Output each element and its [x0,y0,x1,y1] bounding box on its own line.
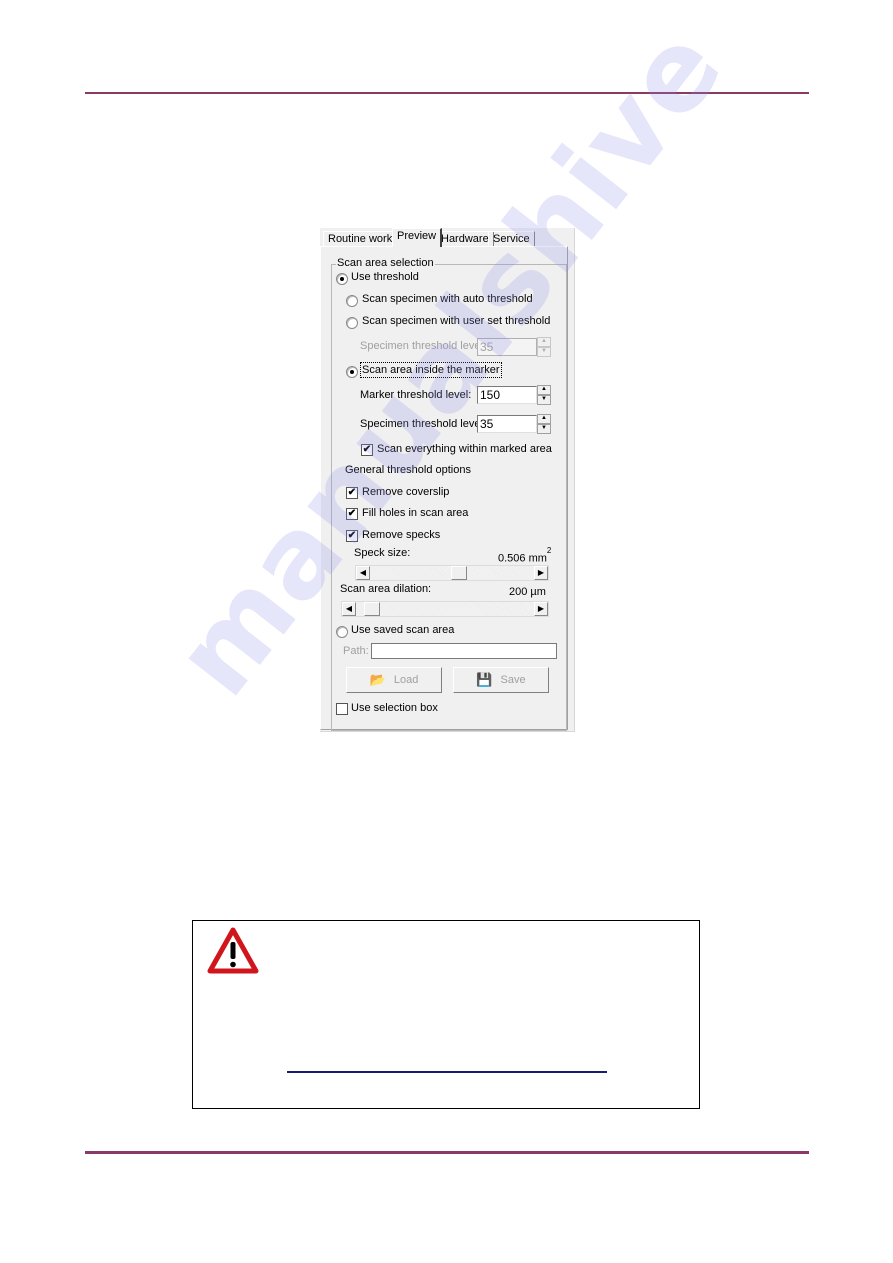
scroll-right-icon[interactable]: ▶ [534,602,548,616]
remove-specks-checkbox[interactable]: ✔ [346,530,358,542]
spin-down-icon[interactable]: ▼ [537,395,551,405]
marker-threshold-spinner[interactable]: ▲ ▼ [537,385,551,405]
inside-marker-radio[interactable] [346,366,358,378]
remove-coverslip-label[interactable]: Remove coverslip [362,486,449,498]
spin-up-icon[interactable]: ▲ [537,385,551,395]
remove-coverslip-checkbox[interactable]: ✔ [346,487,358,499]
use-selection-box-checkbox[interactable] [336,703,348,715]
dilation-label: Scan area dilation: [340,583,432,595]
settings-panel: Routine work Preview Hardware Service Sc… [320,228,575,732]
spin-down-icon[interactable]: ▼ [537,424,551,434]
scan-everything-label[interactable]: Scan everything within marked area [377,443,552,455]
user-specimen-threshold-label: Specimen threshold level: [360,340,486,352]
user-threshold-radio[interactable] [346,317,358,329]
header-rule [85,92,809,94]
remove-specks-label[interactable]: Remove specks [362,529,440,541]
speck-size-unit-exponent: 2 [546,546,552,555]
use-selection-box-label[interactable]: Use selection box [351,702,438,714]
marker-threshold-input[interactable]: 150 [477,386,537,404]
folder-open-icon: 📂 [369,672,386,687]
tab-hardware[interactable]: Hardware [436,231,494,247]
scan-everything-checkbox[interactable]: ✔ [361,444,373,456]
marker-specimen-threshold-label: Specimen threshold level: [360,418,486,430]
auto-threshold-radio[interactable] [346,295,358,307]
fill-holes-checkbox[interactable]: ✔ [346,508,358,520]
dilation-slider[interactable]: ◀ ▶ [341,601,549,617]
user-threshold-label[interactable]: Scan specimen with user set threshold [362,315,550,327]
save-button-label: Save [500,674,526,686]
spin-up-icon[interactable]: ▲ [537,414,551,424]
general-options-label: General threshold options [345,464,471,476]
use-saved-label[interactable]: Use saved scan area [351,624,454,636]
speck-size-slider[interactable]: ◀ ▶ [355,565,549,581]
speck-size-slider-thumb[interactable] [451,566,468,580]
use-threshold-radio[interactable] [336,273,348,285]
auto-threshold-label[interactable]: Scan specimen with auto threshold [362,293,533,305]
inside-marker-label[interactable]: Scan area inside the marker [360,362,502,378]
user-specimen-threshold-input[interactable]: 35 [477,338,537,356]
speck-size-value: 0.506 mm2 [498,546,551,565]
marker-specimen-threshold-spinner[interactable]: ▲ ▼ [537,414,551,434]
speck-size-number: 0.506 mm [498,552,547,565]
warning-triangle-icon [207,927,259,974]
scroll-left-icon[interactable]: ◀ [342,602,356,616]
dilation-value: 200 µm [509,586,546,598]
load-button[interactable]: 📂 Load [346,667,442,693]
tab-routine-work[interactable]: Routine work [323,231,398,247]
scan-area-selection-group: Scan area selection Use threshold Scan s… [331,257,567,731]
scroll-right-icon[interactable]: ▶ [534,566,548,580]
path-label: Path: [343,645,369,657]
floppy-disk-icon: 💾 [476,672,493,687]
user-specimen-threshold-spinner[interactable]: ▲ ▼ [537,337,551,357]
warning-link-underline[interactable] [287,1071,607,1073]
group-title: Scan area selection [336,257,435,269]
warning-box [192,920,700,1109]
marker-specimen-threshold-input[interactable]: 35 [477,415,537,433]
footer-rule [85,1151,809,1154]
tab-bar: Routine work Preview Hardware Service [320,228,574,248]
tab-service[interactable]: Service [488,231,535,247]
scroll-left-icon[interactable]: ◀ [356,566,370,580]
speck-size-label: Speck size: [354,547,411,559]
spin-down-icon[interactable]: ▼ [537,347,551,357]
use-threshold-label[interactable]: Use threshold [351,271,419,283]
path-input[interactable] [371,643,557,659]
marker-threshold-label: Marker threshold level: [360,389,472,401]
save-button[interactable]: 💾 Save [453,667,549,693]
fill-holes-label[interactable]: Fill holes in scan area [362,507,468,519]
use-saved-radio[interactable] [336,626,348,638]
dilation-slider-thumb[interactable] [364,602,381,616]
preview-tab-page: Scan area selection Use threshold Scan s… [320,246,568,731]
tab-preview[interactable]: Preview [392,228,443,247]
load-button-label: Load [393,674,419,686]
spin-up-icon[interactable]: ▲ [537,337,551,347]
